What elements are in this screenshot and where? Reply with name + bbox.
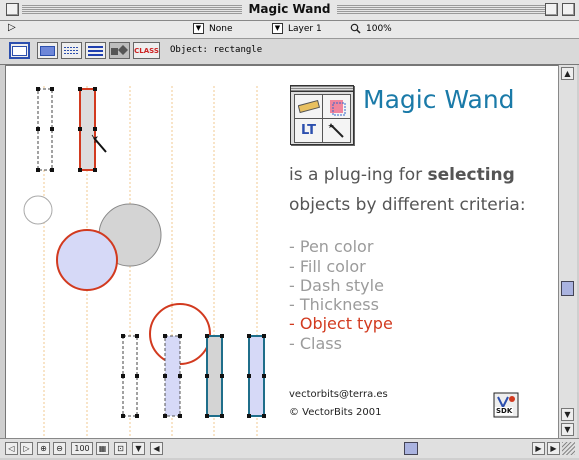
zoom-box[interactable] bbox=[545, 3, 558, 16]
criterion-class: - Class bbox=[289, 334, 342, 353]
shapes-icon bbox=[111, 45, 128, 55]
criterion-pen-color: - Pen color bbox=[289, 237, 374, 256]
dash-style-button[interactable] bbox=[61, 42, 82, 59]
zoom-level-field[interactable]: 100 bbox=[71, 442, 93, 455]
vertical-scroll-thumb[interactable] bbox=[561, 281, 574, 296]
layer-value: Layer 1 bbox=[288, 23, 322, 34]
rect-outline-icon bbox=[12, 45, 27, 56]
info-bar: ▷ ▼ None ▼ Layer 1 100% bbox=[0, 21, 579, 39]
scroll-up-arrow-icon[interactable]: ▲ bbox=[561, 67, 574, 80]
collapse-box[interactable] bbox=[562, 3, 575, 16]
object-type-button[interactable] bbox=[109, 42, 130, 59]
grid-icon[interactable]: ▦ bbox=[96, 442, 109, 455]
sdk-icon: SDK bbox=[492, 389, 522, 421]
pen-value: None bbox=[209, 23, 233, 34]
object-label: Object: rectangle bbox=[170, 45, 263, 55]
horizontal-scroll-thumb[interactable] bbox=[404, 442, 418, 455]
drawing-canvas[interactable]: LT Magic Wand is a plug-ing for selectin… bbox=[5, 65, 559, 440]
rect-filled-icon bbox=[40, 45, 55, 56]
copyright-text: © VectorBits 2001 bbox=[289, 407, 382, 418]
rect-blue-dashed bbox=[164, 335, 181, 417]
criterion-fill-color: - Fill color bbox=[289, 257, 366, 276]
scroll-left-arrow-icon[interactable]: ◀ bbox=[150, 442, 163, 455]
circle-small-white bbox=[23, 195, 53, 225]
dropdown-arrow-icon: ▼ bbox=[272, 23, 283, 34]
page-left-icon[interactable]: ◁ bbox=[5, 442, 18, 455]
scroll-right-arrow-icon[interactable]: ▶ bbox=[547, 442, 560, 455]
page-right-icon[interactable]: ▷ bbox=[20, 442, 33, 455]
rect-white-top bbox=[37, 88, 53, 171]
rect-gray-red-top bbox=[79, 88, 96, 171]
rect-white-bottom bbox=[122, 335, 138, 417]
pattern-icon bbox=[322, 94, 351, 119]
description-prefix: is a plug-ing for bbox=[289, 165, 428, 185]
class-label: CLASS bbox=[134, 46, 159, 55]
description-bold: selecting bbox=[427, 165, 515, 185]
rect-filled-button[interactable] bbox=[37, 42, 58, 59]
disclosure-triangle-icon[interactable]: ▷ bbox=[8, 22, 16, 33]
zoom-out-icon[interactable]: ⊖ bbox=[53, 442, 66, 455]
toolbar: CLASS Object: rectangle bbox=[0, 39, 579, 65]
class-button[interactable]: CLASS bbox=[133, 42, 160, 59]
description-line-2: objects by different criteria: bbox=[289, 195, 526, 215]
rect-outline-button[interactable] bbox=[9, 42, 30, 59]
circle-blue-red bbox=[56, 229, 118, 291]
description-line-1: is a plug-ing for selecting bbox=[289, 165, 515, 185]
criterion-object-type: - Object type bbox=[289, 314, 393, 333]
scroll-down-arrow-icon[interactable]: ▼ bbox=[561, 408, 574, 421]
fit-window-icon[interactable]: ⊡ bbox=[114, 442, 127, 455]
zoom-value: 100% bbox=[366, 23, 392, 34]
horizontal-scrollbar[interactable]: ◁ ▷ ⊕ ⊖ 100 ▦ ⊡ ▼ ◀ ▶ ▶ bbox=[0, 438, 579, 458]
thick-lines-icon bbox=[88, 46, 103, 56]
zoom-dropdown[interactable]: 100% bbox=[350, 23, 392, 34]
pen-dropdown[interactable]: ▼ None bbox=[193, 23, 232, 34]
menu-arrow-icon[interactable]: ▼ bbox=[132, 442, 145, 455]
criterion-dash-style: - Dash style bbox=[289, 276, 384, 295]
canvas-drawing bbox=[23, 86, 266, 439]
magnifier-icon bbox=[350, 23, 361, 34]
rect-blue-teal bbox=[248, 335, 265, 417]
window-title: Magic Wand bbox=[242, 2, 337, 16]
rect-gray-teal bbox=[206, 335, 223, 417]
layer-dropdown[interactable]: ▼ Layer 1 bbox=[272, 23, 322, 34]
plugin-title: Magic Wand bbox=[363, 85, 515, 114]
email-text: vectorbits@terra.es bbox=[289, 389, 388, 400]
zoom-in-icon[interactable]: ⊕ bbox=[37, 442, 50, 455]
plugin-logo: LT bbox=[290, 85, 354, 145]
scroll-down-arrow-icon[interactable]: ▼ bbox=[561, 423, 574, 436]
sdk-label: SDK bbox=[495, 407, 514, 415]
ruler-icon bbox=[294, 94, 323, 119]
resize-grip-icon[interactable] bbox=[562, 442, 575, 455]
main-window: Magic Wand ▷ ▼ None ▼ Layer 1 100% CLASS… bbox=[0, 0, 579, 460]
title-bar[interactable]: Magic Wand bbox=[0, 0, 579, 21]
scroll-right-arrow-icon[interactable]: ▶ bbox=[532, 442, 545, 455]
vertical-scrollbar[interactable]: ▲ ▼ ▼ bbox=[558, 65, 577, 438]
criterion-thickness: - Thickness bbox=[289, 295, 379, 314]
dash-lines-icon bbox=[64, 46, 79, 54]
dropdown-arrow-icon: ▼ bbox=[193, 23, 204, 34]
logo-letters: LT bbox=[294, 118, 323, 143]
thickness-button[interactable] bbox=[85, 42, 106, 59]
magic-wand-icon bbox=[322, 118, 351, 143]
